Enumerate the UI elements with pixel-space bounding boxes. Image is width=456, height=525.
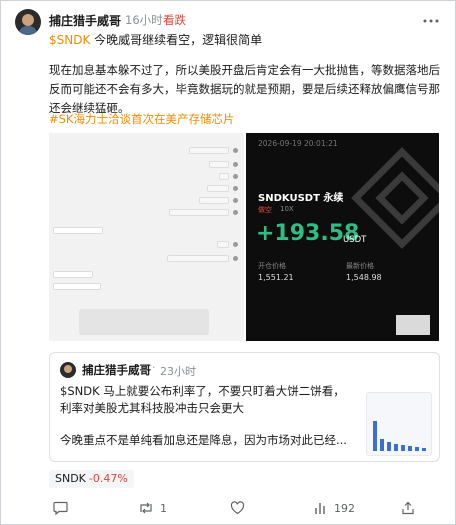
headline-text: 今晚威哥继续看空，逻辑很简单 xyxy=(90,33,263,47)
author-name[interactable]: 捕庄猎手威哥 xyxy=(49,12,121,29)
open-price-value: 1,551.21 xyxy=(258,273,294,282)
retweet-count: 1 xyxy=(160,501,167,515)
comment-icon xyxy=(53,501,68,515)
last-price-value: 1,548.98 xyxy=(346,273,382,282)
quoted-text: $SNDK 马上就要公布利率了，不要只盯着大饼二饼看， 利率对美股尤其科技股冲击… xyxy=(60,383,350,417)
share-button[interactable] xyxy=(401,501,415,515)
stock-ticker-chip[interactable]: SNDK -0.47% xyxy=(49,470,134,488)
like-button[interactable] xyxy=(230,501,245,515)
share-icon xyxy=(402,501,414,515)
hashtag-link[interactable]: #SK海力士洽谈首次在美产存储芯片 xyxy=(49,111,234,127)
quoted-separator-dot: · xyxy=(152,361,156,374)
qr-code xyxy=(396,315,430,335)
quoted-post[interactable]: 捕庄猎手威哥 · 23小时 $SNDK 马上就要公布利率了，不要只盯着大饼二饼看… xyxy=(49,352,440,462)
trade-side: 做空 xyxy=(258,206,272,214)
quoted-chart-thumbnail[interactable] xyxy=(366,392,432,456)
trade-result-image[interactable]: 2026-09-19 20:01:21 SNDKUSDT 永续 做空 10X +… xyxy=(246,133,439,341)
comment-button[interactable] xyxy=(53,501,68,515)
separator-dot: · xyxy=(116,11,120,25)
ticker-link[interactable]: $SNDK xyxy=(49,33,90,47)
chat-screenshot-image[interactable] xyxy=(49,133,244,341)
quoted-time: 23小时 xyxy=(160,365,196,378)
post-headline: $SNDK 今晚威哥继续看空，逻辑很简单 xyxy=(49,31,262,48)
post-body: 现在加息基本躲不过了，所以美股开盘后肯定会有一大批抛售，等数据落地后反而可能还不… xyxy=(49,63,440,115)
chip-ticker: SNDK xyxy=(55,472,86,485)
heart-icon xyxy=(230,501,245,515)
trade-pair: SNDKUSDT 永续 xyxy=(258,193,344,204)
avatar[interactable] xyxy=(15,9,41,35)
post-card: 捕庄猎手威哥 · 16小时 看跌 $SNDK 今晚威哥继续看空，逻辑很简单 现在… xyxy=(0,0,456,525)
retweet-button[interactable]: 1 xyxy=(138,501,167,515)
trade-date: 2026-09-19 20:01:21 xyxy=(258,139,338,148)
retweet-icon xyxy=(140,502,152,514)
views-stat: 192 xyxy=(314,501,355,515)
quoted-avatar[interactable] xyxy=(60,362,76,378)
views-count: 192 xyxy=(334,501,355,515)
quoted-line-3: 今晚重点不是单纯看加息还是降息，因为市场对此已经... xyxy=(60,433,347,447)
more-options-icon[interactable] xyxy=(423,11,439,27)
chip-change: -0.47% xyxy=(88,472,128,485)
open-price-label: 开仓价格 xyxy=(258,262,286,270)
quoted-line-1: $SNDK 马上就要公布利率了，不要只盯着大饼二饼看， xyxy=(60,384,345,398)
quoted-author-name[interactable]: 捕庄猎手威哥 xyxy=(82,362,151,378)
trade-unit: USDT xyxy=(343,235,367,245)
last-price-label: 最新价格 xyxy=(346,262,374,270)
trade-leverage: 10X xyxy=(280,205,294,213)
post-time: 16小时 xyxy=(125,13,163,27)
sentiment-badge: 看跌 xyxy=(163,13,186,27)
bar-chart-icon xyxy=(315,503,325,514)
quoted-line-2: 利率对美股尤其科技股冲击只会更大 xyxy=(60,401,244,415)
